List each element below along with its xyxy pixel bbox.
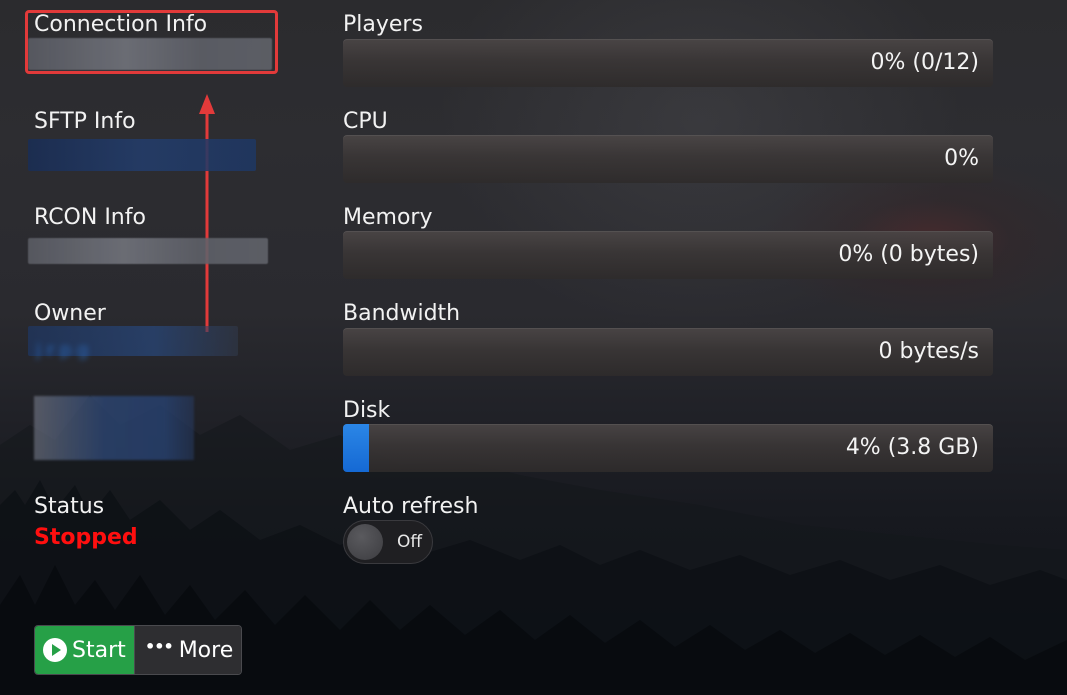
disk-label: Disk — [343, 398, 391, 423]
cpu-bar: 0% — [343, 135, 993, 183]
toggle-state: Off — [397, 532, 423, 552]
bandwidth-value: 0 bytes/s — [878, 339, 979, 364]
sftp-info-label: SFTP Info — [34, 109, 136, 134]
action-button-group: Start ••• More — [34, 625, 242, 675]
cpu-label: CPU — [343, 109, 388, 134]
disk-value: 4% (3.8 GB) — [845, 435, 979, 460]
rcon-info-label: RCON Info — [34, 205, 146, 230]
more-button[interactable]: ••• More — [134, 626, 241, 674]
rcon-info-value[interactable] — [28, 238, 268, 264]
more-button-label: More — [178, 637, 234, 663]
players-bar: 0% (0/12) — [343, 39, 993, 87]
owner-link[interactable]: j r p g — [36, 340, 88, 361]
auto-refresh-label: Auto refresh — [343, 494, 479, 519]
ellipsis-icon: ••• — [145, 636, 174, 656]
players-label: Players — [343, 12, 423, 37]
arrow-up-icon — [199, 94, 215, 332]
players-value: 0% (0/12) — [870, 50, 979, 75]
memory-value: 0% (0 bytes) — [838, 242, 979, 267]
start-button-label: Start — [72, 637, 126, 663]
sftp-info-value[interactable] — [28, 139, 256, 171]
memory-bar: 0% (0 bytes) — [343, 231, 993, 279]
bandwidth-label: Bandwidth — [343, 301, 461, 326]
memory-label: Memory — [343, 205, 433, 230]
bandwidth-bar: 0 bytes/s — [343, 328, 993, 376]
owner-avatar — [34, 396, 194, 460]
auto-refresh-toggle[interactable]: Off — [343, 520, 433, 564]
toggle-knob — [347, 524, 383, 560]
start-button[interactable]: Start — [35, 626, 134, 674]
disk-bar-fill — [343, 424, 369, 472]
owner-label: Owner — [34, 301, 106, 326]
cpu-value: 0% — [944, 146, 979, 171]
play-circle-icon — [43, 638, 67, 662]
annotation-highlight-box — [25, 10, 278, 74]
disk-bar: 4% (3.8 GB) — [343, 424, 993, 472]
status-value: Stopped — [34, 525, 138, 550]
status-label: Status — [34, 494, 105, 519]
